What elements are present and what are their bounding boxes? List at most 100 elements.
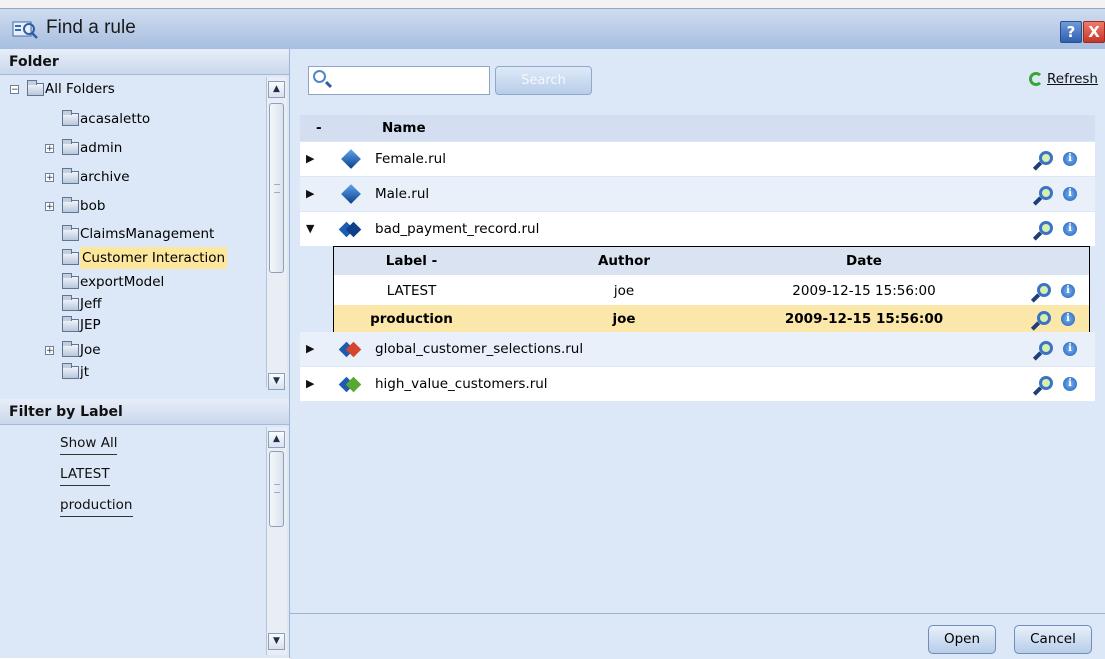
collapse-icon[interactable]: − <box>10 84 19 94</box>
rule-name: high_value_customers.rul <box>375 376 548 392</box>
version-label: LATEST <box>386 283 437 299</box>
folder-icon <box>62 224 79 241</box>
version-row-production[interactable]: production joe 2009-12-15 15:56:00 i <box>334 305 1089 333</box>
dialog-footer: Open Cancel <box>290 613 1105 659</box>
expand-arrow-icon[interactable]: ▶ <box>306 142 314 176</box>
info-icon[interactable]: i <box>1063 377 1077 391</box>
folder-item-acasaletto[interactable]: acasaletto <box>62 108 150 130</box>
folder-label: ClaimsManagement <box>80 226 215 242</box>
scroll-thumb[interactable] <box>269 103 284 273</box>
folder-label: All Folders <box>45 81 115 97</box>
folder-item-customer-interaction[interactable]: Customer Interaction <box>62 247 228 269</box>
search-details-icon[interactable] <box>1039 376 1053 390</box>
column-header-name[interactable]: Name <box>382 115 426 141</box>
row-actions: i <box>1039 375 1085 395</box>
rule-diamond-multi-icon <box>338 341 362 358</box>
search-button[interactable]: Search <box>495 66 592 95</box>
folder-label: Joe <box>80 342 101 358</box>
folder-scrollbar[interactable]: ▲ ▼ <box>266 77 287 390</box>
collapse-arrow-icon[interactable]: ▼ <box>306 212 314 246</box>
expand-arrow-icon[interactable]: ▶ <box>306 332 314 366</box>
version-row-latest[interactable]: LATEST joe 2009-12-15 15:56:00 i <box>334 277 1089 305</box>
expand-arrow-icon[interactable]: ▶ <box>306 177 314 211</box>
search-details-icon[interactable] <box>1039 221 1053 235</box>
folder-icon <box>62 272 79 289</box>
folder-icon <box>62 138 79 155</box>
search-details-icon[interactable] <box>1039 151 1053 165</box>
sort-indicator[interactable]: - <box>316 115 322 141</box>
label-filter-show-all[interactable]: Show All <box>60 435 118 455</box>
folder-icon <box>62 109 79 126</box>
info-icon[interactable]: i <box>1061 312 1075 326</box>
folder-item-jt[interactable]: jt <box>62 361 89 383</box>
expand-arrow-icon[interactable]: ▶ <box>306 367 314 401</box>
version-table-header: Label - Author Date <box>334 247 1089 275</box>
folder-item-exportmodel[interactable]: exportModel <box>62 271 164 293</box>
rule-row-high-value-customers[interactable]: ▶ high_value_customers.rul i <box>300 367 1095 401</box>
folder-item-bob[interactable]: + bob <box>45 195 105 217</box>
folder-label: Customer Interaction <box>80 247 228 269</box>
folder-icon <box>27 79 44 96</box>
rule-name: global_customer_selections.rul <box>375 341 584 357</box>
rule-diamond-icon <box>341 149 361 169</box>
scroll-up-icon[interactable]: ▲ <box>268 431 285 448</box>
scroll-thumb[interactable] <box>269 451 284 527</box>
cancel-button[interactable]: Cancel <box>1014 625 1092 654</box>
search-icon <box>313 70 326 83</box>
info-icon[interactable]: i <box>1063 342 1077 356</box>
label-scrollbar[interactable]: ▲ ▼ <box>266 427 287 655</box>
folder-item-archive[interactable]: + archive <box>45 166 130 188</box>
close-button[interactable]: X <box>1083 21 1105 43</box>
folder-label: Jeff <box>80 296 102 312</box>
column-header-author[interactable]: Author <box>534 247 714 275</box>
refresh-link[interactable]: Refresh <box>1029 71 1098 87</box>
label-filter-latest[interactable]: LATEST <box>60 466 110 486</box>
search-details-icon[interactable] <box>1039 186 1053 200</box>
expand-icon[interactable]: + <box>45 345 54 355</box>
folder-label: bob <box>80 198 106 214</box>
folder-icon <box>62 340 79 357</box>
search-field[interactable] <box>308 66 490 95</box>
rule-row-global-customer-selections[interactable]: ▶ global_customer_selections.rul i <box>300 332 1095 366</box>
help-button[interactable]: ? <box>1060 21 1082 43</box>
rule-row-female[interactable]: ▶ Female.rul i <box>300 142 1095 176</box>
column-header-date[interactable]: Date <box>734 247 994 275</box>
folder-item-joe[interactable]: + Joe <box>45 339 101 361</box>
row-actions: i <box>1039 340 1085 360</box>
label-filter-list: Show All LATEST production <box>0 425 265 658</box>
info-icon[interactable]: i <box>1063 152 1077 166</box>
rule-row-male[interactable]: ▶ Male.rul i <box>300 177 1095 211</box>
rule-name: Male.rul <box>375 186 430 202</box>
scroll-down-icon[interactable]: ▼ <box>268 633 285 650</box>
folder-item-claimsmanagement[interactable]: ClaimsManagement <box>62 223 214 245</box>
scroll-down-icon[interactable]: ▼ <box>268 373 285 390</box>
search-details-icon[interactable] <box>1037 311 1051 325</box>
expand-icon[interactable]: + <box>45 201 54 211</box>
rule-name: bad_payment_record.rul <box>375 221 540 237</box>
rule-row-bad-payment-record[interactable]: ▼ bad_payment_record.rul i <box>300 212 1095 246</box>
label-filter-production[interactable]: production <box>60 497 133 517</box>
info-icon[interactable]: i <box>1061 284 1075 298</box>
list-header: - Name <box>300 115 1095 141</box>
rule-diamond-icon <box>341 184 361 204</box>
folder-item-all-folders[interactable]: − All Folders <box>10 78 115 100</box>
open-button[interactable]: Open <box>928 625 996 654</box>
expand-icon[interactable]: + <box>45 172 54 182</box>
folder-label: exportModel <box>80 274 165 290</box>
search-details-icon[interactable] <box>1037 283 1051 297</box>
search-input[interactable] <box>333 70 487 92</box>
folder-icon <box>62 248 79 265</box>
expand-icon[interactable]: + <box>45 143 54 153</box>
info-icon[interactable]: i <box>1063 187 1077 201</box>
folder-label: jt <box>80 364 90 380</box>
row-actions: i <box>1039 185 1085 205</box>
search-details-icon[interactable] <box>1039 341 1053 355</box>
folder-label: archive <box>80 169 130 185</box>
column-header-label[interactable]: Label - <box>334 247 489 275</box>
folder-item-jep[interactable]: JEP <box>62 314 101 336</box>
folder-item-admin[interactable]: + admin <box>45 137 122 159</box>
folder-item-jeff[interactable]: Jeff <box>62 293 102 315</box>
info-icon[interactable]: i <box>1063 222 1077 236</box>
scroll-up-icon[interactable]: ▲ <box>268 81 285 98</box>
rule-diamond-multi-icon <box>338 376 362 393</box>
